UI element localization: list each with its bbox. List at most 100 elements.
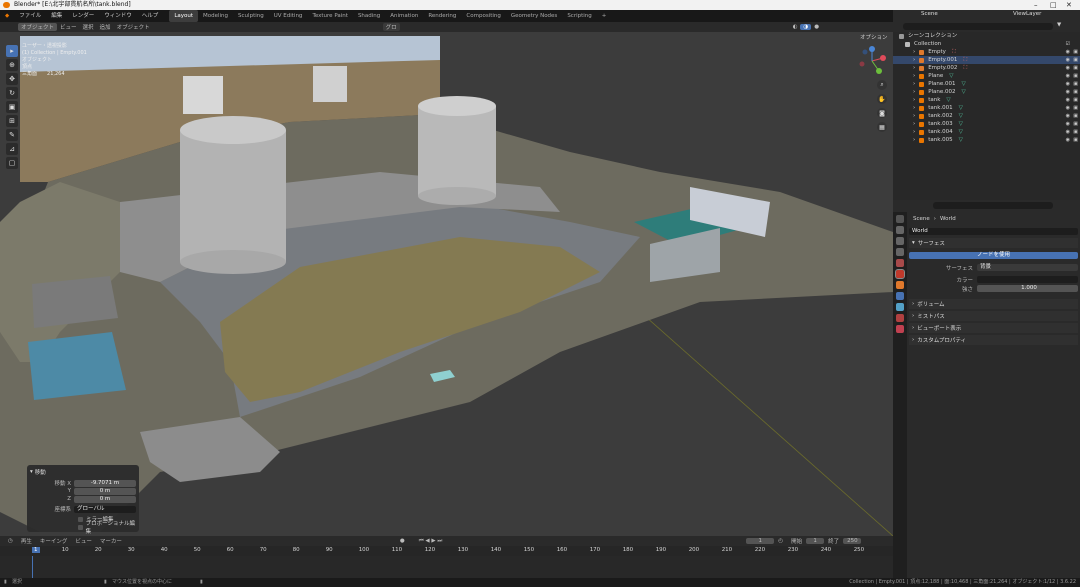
outliner-item[interactable]: › tank.001 ▽ ◉ ▣ [893, 104, 1080, 112]
mesh-data-icon[interactable]: ▽ [949, 72, 953, 80]
menu-add[interactable]: 追加 [97, 23, 114, 31]
shading-solid-icon[interactable]: ◐ [790, 24, 801, 30]
add-workspace-button[interactable]: + [597, 10, 612, 22]
use-nodes-button[interactable]: ノードを使用 [909, 252, 1078, 259]
render-tab-icon[interactable] [896, 226, 904, 234]
orientation-select[interactable]: グロ [382, 23, 400, 31]
menu-window[interactable]: ウィンドウ [99, 10, 137, 22]
outliner-item[interactable]: › Plane.002 ▽ ◉ ▣ [893, 88, 1080, 96]
expand-arrow-icon[interactable]: › [913, 128, 915, 136]
expand-arrow-icon[interactable]: › [913, 104, 915, 112]
menu-view[interactable]: ビュー [57, 23, 80, 31]
color-field[interactable] [977, 276, 1078, 283]
tab-animation[interactable]: Animation [385, 10, 423, 22]
expand-arrow-icon[interactable]: › [913, 136, 915, 144]
visibility-eye-icon[interactable]: ◉ [1066, 64, 1070, 72]
world-selector[interactable]: World [909, 227, 1078, 236]
scene-name[interactable]: Scene [921, 11, 938, 17]
visibility-eye-icon[interactable]: ◉ [1066, 72, 1070, 80]
mist-panel-header[interactable]: › ミストパス [909, 311, 1078, 321]
visibility-eye-icon[interactable]: ◉ [1066, 56, 1070, 64]
camera-view-icon[interactable]: ◙ [877, 108, 887, 118]
tab-scripting[interactable]: Scripting [562, 10, 596, 22]
pan-hand-icon[interactable]: ✋ [877, 94, 887, 104]
render-camera-icon[interactable]: ▣ [1073, 80, 1078, 88]
tab-shading[interactable]: Shading [353, 10, 385, 22]
menu-select[interactable]: 選択 [80, 23, 97, 31]
clock-icon[interactable]: ◴ [774, 538, 787, 544]
render-camera-icon[interactable]: ▣ [1073, 96, 1078, 104]
surface-shader-field[interactable]: 背景 [977, 264, 1078, 271]
tab-geometry-nodes[interactable]: Geometry Nodes [506, 10, 562, 22]
expand-arrow-icon[interactable]: › [913, 64, 915, 72]
menu-file[interactable]: ファイル [14, 10, 46, 22]
checkbox-icon[interactable]: ☑ [1066, 40, 1070, 48]
visibility-eye-icon[interactable]: ◉ [1066, 112, 1070, 120]
world-tab-icon[interactable] [895, 269, 905, 279]
render-camera-icon[interactable]: ▣ [1073, 72, 1078, 80]
blender-menu-icon[interactable]: ◆ [0, 10, 14, 22]
menu-object[interactable]: オブジェクト [114, 23, 153, 31]
render-camera-icon[interactable]: ▣ [1073, 120, 1078, 128]
outliner-item[interactable]: › tank.004 ▽ ◉ ▣ [893, 128, 1080, 136]
visibility-eye-icon[interactable]: ◉ [1066, 136, 1070, 144]
outliner-item[interactable]: › Plane.001 ▽ ◉ ▣ [893, 80, 1080, 88]
menu-help[interactable]: ヘルプ [137, 10, 164, 22]
timeline-menu-view[interactable]: ビュー [71, 537, 96, 545]
custom-props-panel-header[interactable]: › カスタムプロパティ [909, 335, 1078, 345]
outliner-scene-collection[interactable]: シーンコレクション [893, 32, 1080, 40]
outliner-item[interactable]: › Plane ▽ ◉ ▣ [893, 72, 1080, 80]
perspective-grid-icon[interactable]: ▦ [877, 122, 887, 132]
timeline-editor-icon[interactable]: ◷ [4, 538, 17, 544]
cursor-tool-icon[interactable]: ⊕ [6, 59, 18, 71]
outliner-item[interactable]: › tank.002 ▽ ◉ ▣ [893, 112, 1080, 120]
maximize-icon[interactable]: □ [1050, 0, 1057, 10]
expand-arrow-icon[interactable]: › [913, 88, 915, 96]
options-dropdown[interactable]: オプション [860, 33, 888, 41]
expand-arrow-icon[interactable]: › [913, 80, 915, 88]
tab-sculpting[interactable]: Sculpting [233, 10, 269, 22]
zoom-icon[interactable]: ⌕ [877, 80, 887, 90]
constraint-icon[interactable]: ⛶ [963, 56, 967, 64]
visibility-eye-icon[interactable]: ◉ [1066, 128, 1070, 136]
scale-tool-icon[interactable]: ▣ [6, 101, 18, 113]
expand-arrow-icon[interactable]: › [913, 72, 915, 80]
move-x-field[interactable]: -9.7071 m [74, 479, 136, 487]
outliner-search-input[interactable] [903, 23, 1053, 30]
timeline-menu-keying[interactable]: キーイング [36, 537, 72, 545]
filter-icon[interactable]: ▼ [1057, 22, 1061, 28]
shading-render-icon[interactable]: ● [811, 24, 822, 30]
outliner-item[interactable]: › Empty ⛶ ◉ ▣ [893, 48, 1080, 56]
render-camera-icon[interactable]: ▣ [1073, 128, 1078, 136]
outliner-item[interactable]: › tank ▽ ◉ ▣ [893, 96, 1080, 104]
menu-render[interactable]: レンダー [67, 10, 99, 22]
minimize-icon[interactable]: – [1034, 0, 1038, 10]
view-layer-name[interactable]: ViewLayer [1013, 11, 1041, 17]
outliner-item[interactable]: › tank.005 ▽ ◉ ▣ [893, 136, 1080, 144]
visibility-eye-icon[interactable]: ◉ [1066, 48, 1070, 56]
mode-select[interactable]: オブジェクト [18, 23, 58, 31]
expand-arrow-icon[interactable]: › [913, 120, 915, 128]
select-tool-icon[interactable]: ▸ [6, 45, 18, 57]
tab-layout[interactable]: Layout [169, 10, 199, 22]
view-layer-tab-icon[interactable] [896, 248, 904, 256]
current-frame-field[interactable]: 1 [746, 538, 775, 544]
timeline-track[interactable] [0, 556, 893, 578]
move-y-field[interactable]: 0 m [74, 487, 136, 495]
render-camera-icon[interactable]: ▣ [1073, 104, 1078, 112]
outliner-item[interactable]: › tank.003 ▽ ◉ ▣ [893, 120, 1080, 128]
start-frame-field[interactable]: 1 [806, 538, 825, 544]
move-z-field[interactable]: 0 m [74, 495, 136, 503]
outliner-item[interactable]: › Empty.002 ⛶ ◉ ▣ [893, 64, 1080, 72]
mirror-edit-checkbox[interactable] [78, 516, 83, 522]
viewport-display-panel-header[interactable]: › ビューポート表示 [909, 323, 1078, 333]
visibility-eye-icon[interactable]: ◉ [1066, 120, 1070, 128]
object-tab-icon[interactable] [896, 281, 904, 289]
modifier-tab-icon[interactable] [896, 292, 904, 300]
navigation-gizmo-icon[interactable] [857, 46, 887, 76]
close-icon[interactable]: ✕ [1066, 0, 1072, 10]
add-cube-tool-icon[interactable]: ▢ [6, 157, 18, 169]
mesh-data-icon[interactable]: ▽ [946, 96, 950, 104]
strength-field[interactable]: 1.000 [977, 285, 1078, 292]
visibility-eye-icon[interactable]: ◉ [1066, 88, 1070, 96]
